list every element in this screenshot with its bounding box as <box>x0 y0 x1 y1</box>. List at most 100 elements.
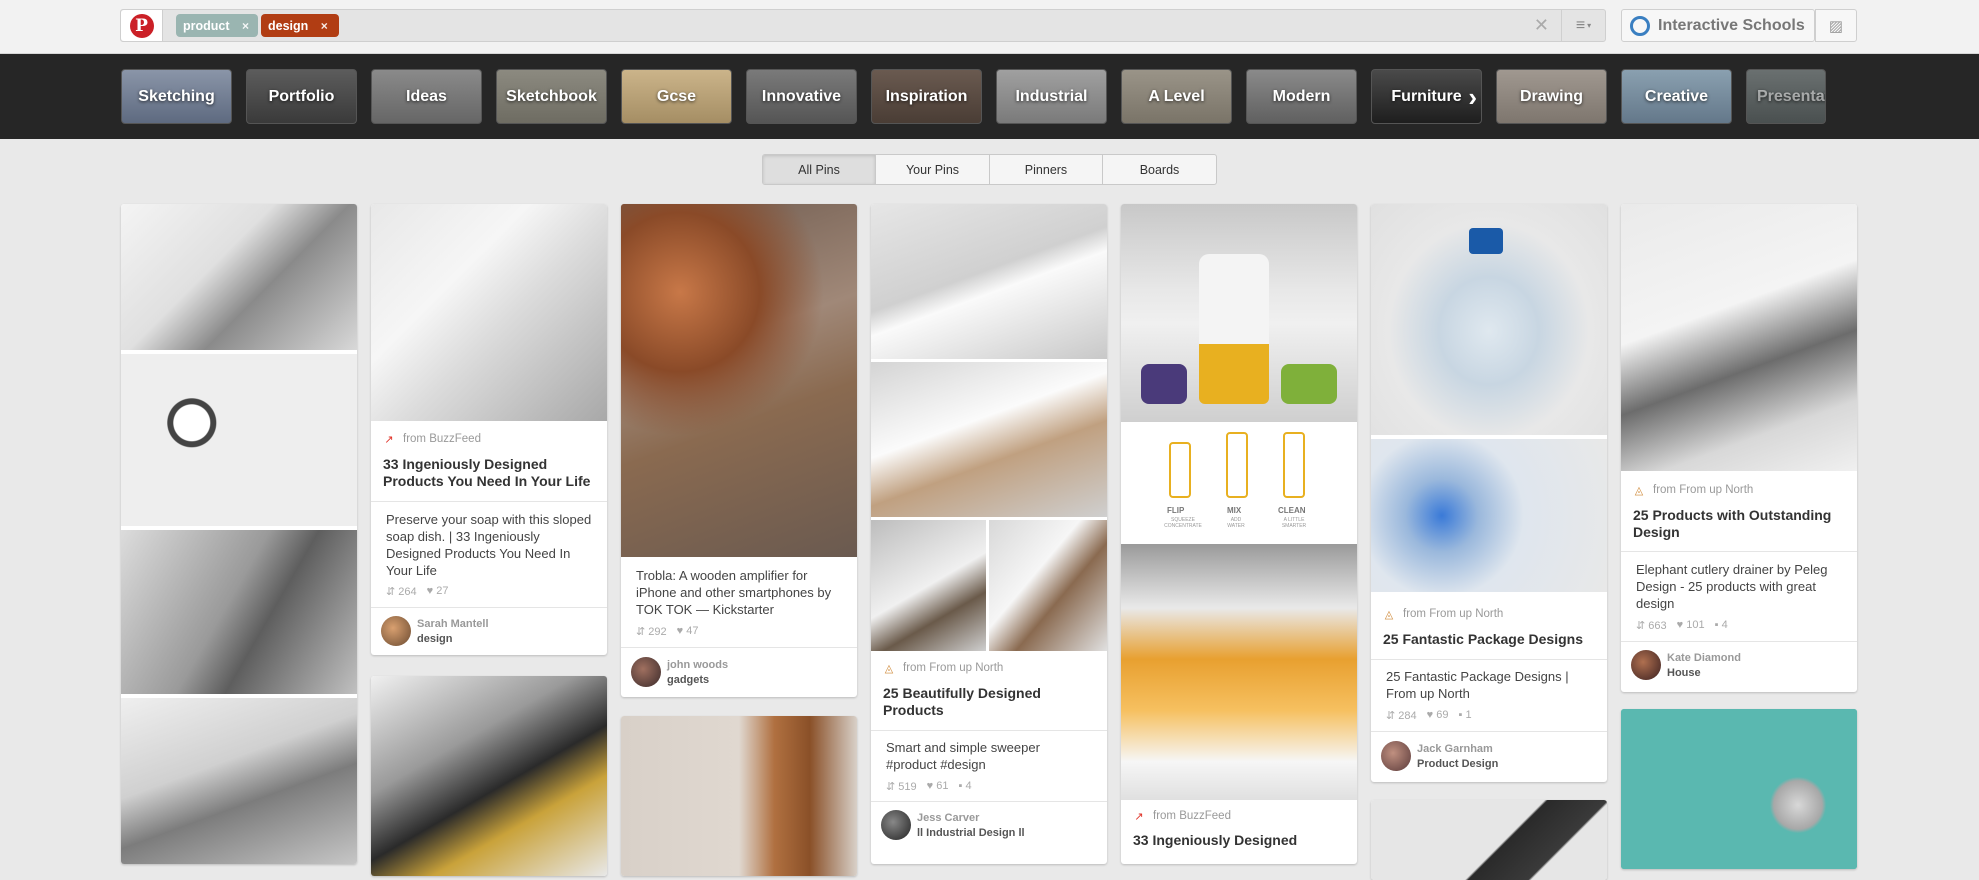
tab-all-pins[interactable]: All Pins <box>763 155 876 184</box>
pinner-name[interactable]: Jack Garnham <box>1417 743 1493 755</box>
pin-card[interactable] <box>621 716 857 876</box>
pin-image[interactable] <box>871 362 1107 517</box>
category-furniture[interactable]: Furniture <box>1371 69 1482 124</box>
pinner-name[interactable]: Kate Diamond <box>1667 652 1741 664</box>
category-ideas[interactable]: Ideas <box>371 69 482 124</box>
pin-card[interactable] <box>371 676 607 876</box>
pin-card[interactable]: Trobla: A wooden amplifier for iPhone an… <box>621 204 857 697</box>
pinterest-home-button[interactable]: P <box>121 10 163 41</box>
pin-image[interactable] <box>121 354 357 526</box>
pin-image[interactable] <box>121 204 357 350</box>
category-gcse[interactable]: Gcse <box>621 69 732 124</box>
avatar[interactable] <box>1381 741 1411 771</box>
category-drawing[interactable]: Drawing <box>1496 69 1607 124</box>
search-bar[interactable]: P product × design × ✕ ≡ ▾ <box>120 9 1606 42</box>
like-count: 61 <box>936 780 949 792</box>
pin-image[interactable] <box>371 676 607 876</box>
pin-image[interactable] <box>989 520 1107 651</box>
pin-card[interactable]: ◬ from From up North 25 Products with Ou… <box>1621 204 1857 692</box>
profile-button[interactable]: Interactive Schools <box>1621 9 1815 42</box>
pin-image[interactable] <box>1371 800 1607 880</box>
pin-source-label: from From up North <box>903 662 1004 674</box>
pin-card[interactable]: ◬ from From up North 25 Beautifully Desi… <box>871 204 1107 864</box>
pin-image[interactable] <box>1121 544 1357 800</box>
heart-icon: ♥ <box>1676 619 1684 631</box>
pin-image[interactable] <box>621 204 857 557</box>
category-sketchbook[interactable]: Sketchbook <box>496 69 607 124</box>
pin-source[interactable]: ↗ from BuzzFeed <box>1133 810 1231 823</box>
pin-source[interactable]: ◬ from From up North <box>883 662 1004 675</box>
pin-source[interactable]: ◬ from From up North <box>1633 484 1754 497</box>
pinner-name[interactable]: john woods <box>667 659 728 671</box>
pin-description: Elephant cutlery drainer by Peleg Design… <box>1636 562 1828 611</box>
chevron-right-icon[interactable]: › <box>1468 82 1477 113</box>
pin-card[interactable] <box>121 204 357 864</box>
board-name[interactable]: design <box>417 633 452 645</box>
pin-image[interactable] <box>871 204 1107 359</box>
category-a-level[interactable]: A Level <box>1121 69 1232 124</box>
category-presentation[interactable]: Presentation <box>1746 69 1826 124</box>
search-token-design[interactable]: design × <box>261 14 339 37</box>
search-menu-button[interactable]: ≡ ▾ <box>1561 10 1605 41</box>
pinner-info[interactable]: john woods gadgets <box>631 657 851 689</box>
divider <box>1371 731 1607 732</box>
search-token-product[interactable]: product × <box>176 14 258 37</box>
clear-search-icon[interactable]: ✕ <box>1534 15 1549 36</box>
board-name[interactable]: gadgets <box>667 674 709 686</box>
tab-pinners[interactable]: Pinners <box>990 155 1103 184</box>
board-name[interactable]: House <box>1667 667 1701 679</box>
pinner-info[interactable]: Jack Garnham Product Design <box>1381 741 1601 773</box>
avatar[interactable] <box>381 616 411 646</box>
divider <box>371 607 607 608</box>
board-name[interactable]: Product Design <box>1417 758 1498 770</box>
pinner-info[interactable]: Jess Carver ll Industrial Design ll <box>881 810 1101 842</box>
pin-image[interactable] <box>1621 709 1857 869</box>
pin-title[interactable]: 33 Ingeniously Designed Products You Nee… <box>383 456 595 490</box>
category-inspiration[interactable]: Inspiration <box>871 69 982 124</box>
pin-image[interactable] <box>121 530 357 694</box>
pin-image[interactable] <box>121 698 357 864</box>
avatar[interactable] <box>631 657 661 687</box>
pinner-info[interactable]: Sarah Mantell design <box>381 616 601 648</box>
pin-image[interactable] <box>1371 204 1607 435</box>
pin-source[interactable]: ◬ from From up North <box>1383 608 1504 621</box>
pin-source[interactable]: ↗ from BuzzFeed <box>383 433 481 446</box>
tab-your-pins[interactable]: Your Pins <box>876 155 990 184</box>
like-count: 47 <box>686 625 699 637</box>
pin-image[interactable] <box>1121 204 1357 422</box>
comment-count: 4 <box>965 780 972 792</box>
pinner-name[interactable]: Jess Carver <box>917 812 979 824</box>
pin-card[interactable]: ◬ from From up North 25 Fantastic Packag… <box>1371 204 1607 782</box>
notifications-button[interactable]: ▨ <box>1815 9 1857 42</box>
tab-boards[interactable]: Boards <box>1103 155 1216 184</box>
category-portfolio[interactable]: Portfolio <box>246 69 357 124</box>
pin-title[interactable]: 25 Products with Outstanding Design <box>1633 507 1845 541</box>
repin-icon: ⇵ <box>886 781 896 793</box>
remove-token-icon[interactable]: × <box>316 19 332 33</box>
pin-title[interactable]: 33 Ingeniously Designed <box>1133 832 1345 849</box>
category-sketching[interactable]: Sketching <box>121 69 232 124</box>
pin-image[interactable] <box>871 520 986 651</box>
pin-card[interactable]: FLIP MIX CLEAN SQUEEZE CONCENTRATE ADD W… <box>1121 204 1357 864</box>
board-name[interactable]: ll Industrial Design ll <box>917 827 1025 839</box>
pin-stats: ⇵ 284 ♥ 69 ▪ 1 <box>1386 709 1472 722</box>
pin-card[interactable] <box>1621 709 1857 869</box>
pin-card[interactable]: ↗ from BuzzFeed 33 Ingeniously Designed … <box>371 204 607 655</box>
pinner-name[interactable]: Sarah Mantell <box>417 618 489 630</box>
pinner-info[interactable]: Kate Diamond House <box>1631 650 1851 682</box>
category-creative[interactable]: Creative <box>1621 69 1732 124</box>
category-innovative[interactable]: Innovative <box>746 69 857 124</box>
pin-image[interactable] <box>371 204 607 421</box>
pin-image[interactable] <box>1621 204 1857 471</box>
category-modern[interactable]: Modern <box>1246 69 1357 124</box>
detergent-pod-green <box>1281 364 1337 404</box>
pin-image[interactable] <box>1371 439 1607 592</box>
remove-token-icon[interactable]: × <box>238 19 254 33</box>
pin-title[interactable]: 25 Beautifully Designed Products <box>883 685 1095 719</box>
pin-title[interactable]: 25 Fantastic Package Designs <box>1383 631 1595 648</box>
avatar[interactable] <box>881 810 911 840</box>
pin-image[interactable] <box>621 716 857 876</box>
avatar[interactable] <box>1631 650 1661 680</box>
category-industrial[interactable]: Industrial <box>996 69 1107 124</box>
pin-card[interactable] <box>1371 800 1607 880</box>
